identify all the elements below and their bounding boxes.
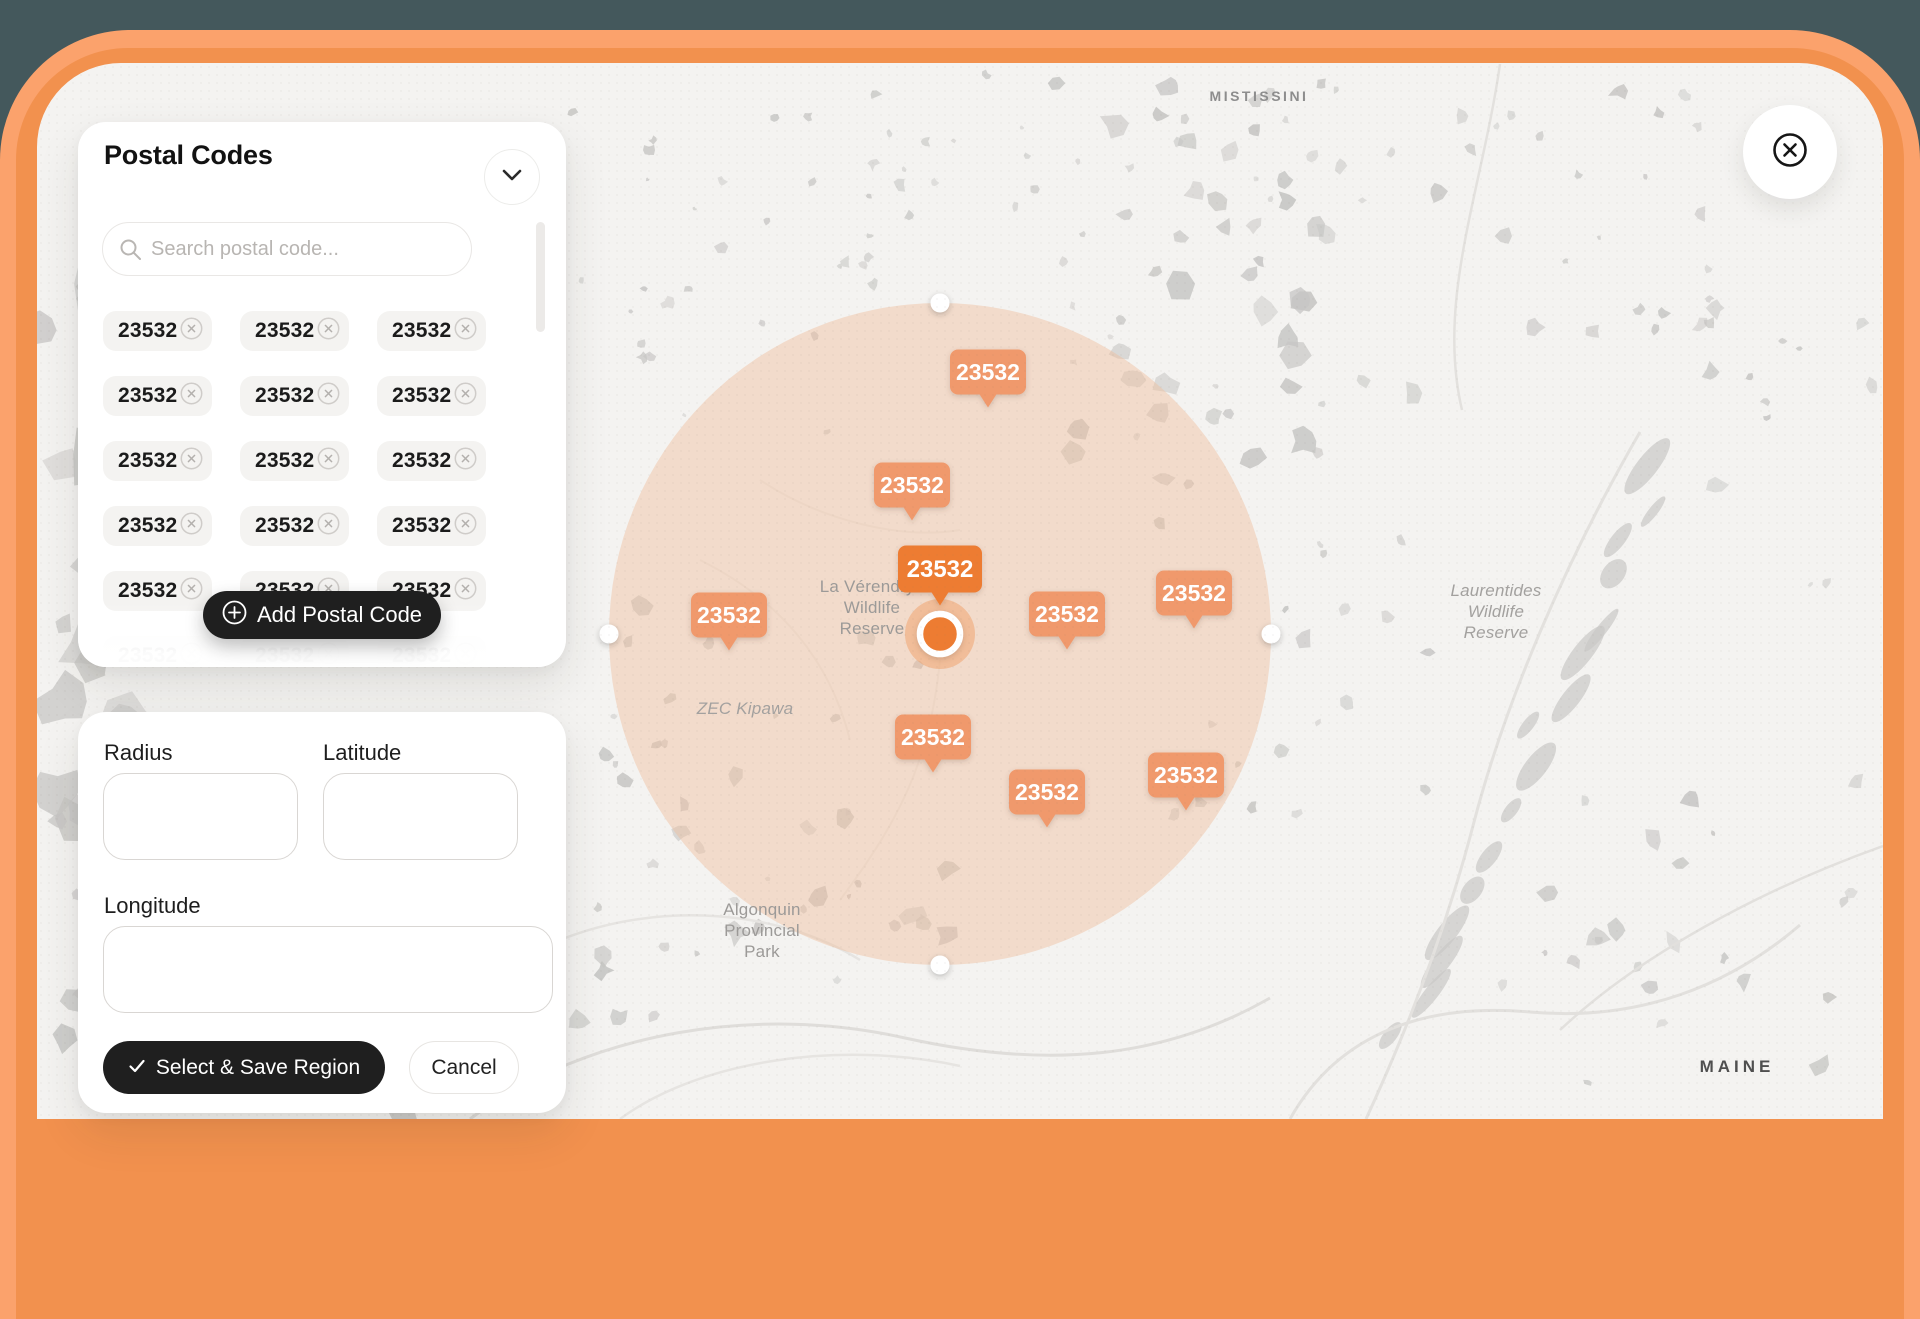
postal-code-chip[interactable]: 23532 [103, 376, 212, 416]
postal-code-chip[interactable]: 23532 [377, 441, 486, 481]
pin-postal-code: 23532 [956, 359, 1020, 385]
pin-postal-code: 23532 [1154, 762, 1218, 788]
chip-value: 23532 [255, 319, 314, 343]
radius-field[interactable] [103, 773, 298, 860]
pin-postal-code: 23532 [880, 472, 944, 498]
add-postal-code-label: Add Postal Code [257, 602, 422, 628]
check-icon [128, 1056, 146, 1080]
remove-chip-icon[interactable] [317, 512, 340, 540]
pin-postal-code: 23532 [907, 556, 974, 583]
region-settings-panel: Radius Latitude Longitude Select & Save … [78, 712, 566, 1113]
chip-value: 23532 [392, 514, 451, 538]
add-postal-code-button[interactable]: Add Postal Code [203, 591, 441, 639]
chip-value: 23532 [255, 449, 314, 473]
chip-value: 23532 [118, 514, 177, 538]
chip-value: 23532 [392, 449, 451, 473]
search-icon [119, 238, 142, 266]
cancel-button[interactable]: Cancel [409, 1041, 519, 1094]
remove-chip-icon[interactable] [317, 642, 340, 667]
resize-handle-n[interactable] [931, 294, 950, 313]
resize-handle-e[interactable] [1262, 625, 1281, 644]
plus-circle-icon [222, 600, 247, 631]
chip-value: 23532 [392, 644, 451, 667]
remove-chip-icon[interactable] [317, 317, 340, 345]
panel-title: Postal Codes [104, 140, 273, 171]
postal-code-chip[interactable]: 23532 [103, 506, 212, 546]
select-save-region-button[interactable]: Select & Save Region [103, 1041, 385, 1094]
remove-chip-icon[interactable] [454, 447, 477, 475]
remove-chip-icon[interactable] [454, 317, 477, 345]
remove-chip-icon[interactable] [454, 577, 477, 605]
remove-chip-icon[interactable] [180, 317, 203, 345]
chevron-down-icon [501, 168, 523, 186]
chip-value: 23532 [118, 579, 177, 603]
close-icon [1770, 130, 1810, 175]
pin-postal-code: 23532 [901, 724, 965, 750]
remove-chip-icon[interactable] [180, 447, 203, 475]
radius-label: Radius [104, 740, 172, 766]
chip-value: 23532 [392, 319, 451, 343]
chip-value: 23532 [118, 384, 177, 408]
close-overlay-button[interactable] [1743, 105, 1837, 199]
remove-chip-icon[interactable] [317, 382, 340, 410]
map-label-zec-kipawa: ZEC Kipawa [696, 699, 793, 718]
pin-postal-code: 23532 [697, 602, 761, 628]
chip-value: 23532 [392, 384, 451, 408]
postal-code-chip[interactable]: 23532 [240, 441, 349, 481]
remove-chip-icon[interactable] [454, 642, 477, 667]
map-label-algonquin: AlgonquinProvincialPark [723, 900, 800, 961]
resize-handle-w[interactable] [600, 625, 619, 644]
map-label-mistissini: MISTISSINI [1210, 88, 1309, 104]
pin-postal-code: 23532 [1015, 779, 1079, 805]
postal-code-chip[interactable]: 23532 [103, 311, 212, 351]
map-label-maine: MAINE [1700, 1057, 1775, 1076]
chip-value: 23532 [255, 514, 314, 538]
map-label-laurentides: LaurentidesWildlifeReserve [1450, 581, 1541, 642]
postal-code-chip[interactable]: 23532 [240, 636, 349, 667]
postal-code-chip[interactable]: 23532 [377, 636, 486, 667]
search-input[interactable] [102, 222, 472, 276]
pin-postal-code: 23532 [1162, 580, 1226, 606]
postal-code-chip[interactable]: 23532 [103, 441, 212, 481]
postal-code-chip[interactable]: 23532 [377, 506, 486, 546]
latitude-label: Latitude [323, 740, 401, 766]
postal-code-chip[interactable]: 23532 [377, 311, 486, 351]
postal-code-chip[interactable]: 23532 [240, 376, 349, 416]
cancel-label: Cancel [431, 1056, 496, 1080]
select-save-region-label: Select & Save Region [156, 1056, 360, 1080]
selection-center-marker[interactable] [905, 599, 975, 669]
postal-code-chip[interactable]: 23532 [240, 311, 349, 351]
chips-scrollbar[interactable] [536, 222, 545, 332]
collapse-panel-button[interactable] [484, 149, 540, 205]
chip-value: 23532 [255, 644, 314, 667]
postal-code-chip[interactable]: 23532 [103, 571, 212, 611]
longitude-field[interactable] [103, 926, 553, 1013]
remove-chip-icon[interactable] [180, 512, 203, 540]
postal-code-chip[interactable]: 23532 [103, 636, 212, 667]
latitude-field[interactable] [323, 773, 518, 860]
chip-value: 23532 [255, 384, 314, 408]
region-center-dot[interactable] [920, 614, 960, 654]
chip-value: 23532 [118, 644, 177, 667]
remove-chip-icon[interactable] [317, 447, 340, 475]
postal-code-chip[interactable]: 23532 [240, 506, 349, 546]
chip-value: 23532 [118, 319, 177, 343]
chip-value: 23532 [118, 449, 177, 473]
remove-chip-icon[interactable] [180, 382, 203, 410]
pin-postal-code: 23532 [1035, 601, 1099, 627]
postal-code-chip[interactable]: 23532 [377, 376, 486, 416]
remove-chip-icon[interactable] [454, 512, 477, 540]
resize-handle-s[interactable] [931, 956, 950, 975]
longitude-label: Longitude [104, 893, 201, 919]
remove-chip-icon[interactable] [180, 577, 203, 605]
postal-codes-panel: Postal Codes 23532 23532 23532 23532 23532 23… [78, 122, 566, 667]
remove-chip-icon[interactable] [454, 382, 477, 410]
remove-chip-icon[interactable] [180, 642, 203, 667]
